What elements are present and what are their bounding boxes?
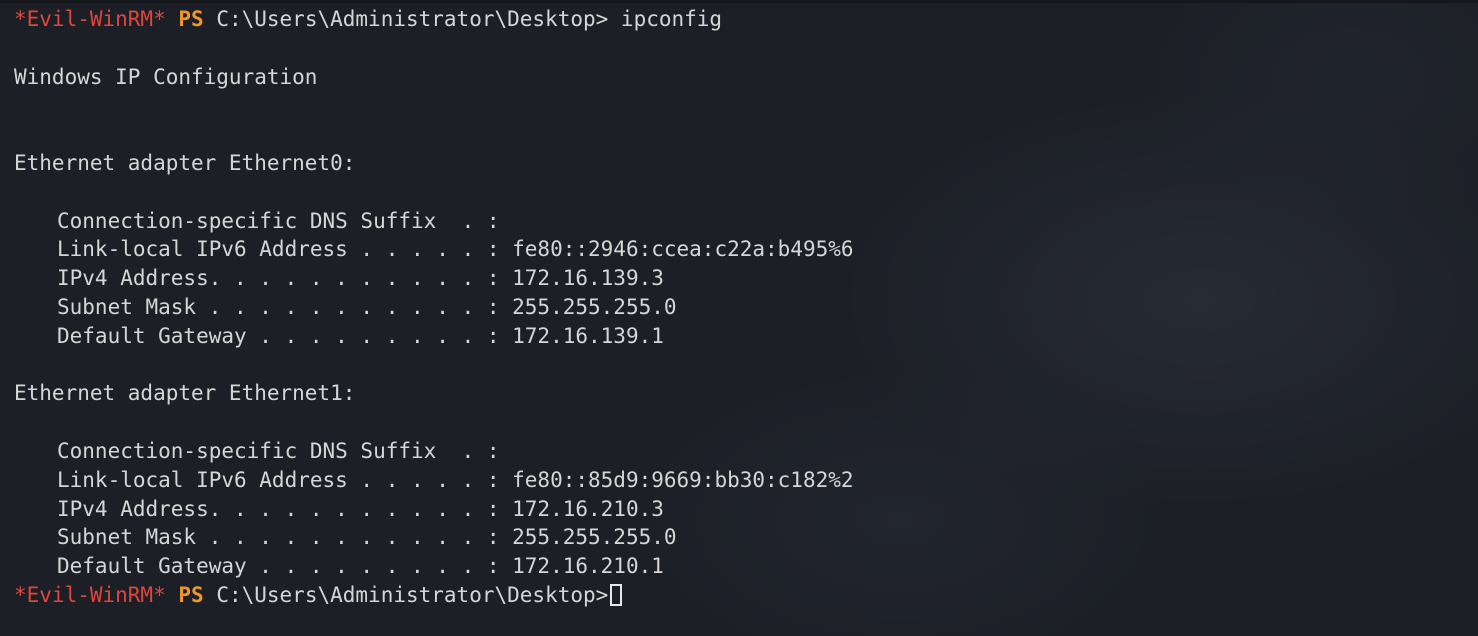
adapter-title: Ethernet adapter Ethernet1:	[14, 381, 356, 406]
ps-label: PS	[178, 7, 204, 31]
adapter-info-line: IPv4 Address. . . . . . . . . . . : 172.…	[57, 496, 664, 521]
ps-label: PS	[178, 582, 204, 607]
shell-tag: *Evil-WinRM*	[14, 582, 166, 607]
terminal-output[interactable]: *Evil-WinRM* PS C:\Users\Administrator\D…	[14, 5, 1464, 631]
adapter-info-line: Subnet Mask . . . . . . . . . . . : 255.…	[57, 525, 677, 550]
terminal-top-edge	[0, 0, 1478, 3]
adapter-info-line: Default Gateway . . . . . . . . . : 172.…	[57, 323, 664, 348]
prompt-path: C:\Users\Administrator\Desktop>	[216, 582, 609, 607]
adapter-info-line: Link-local IPv6 Address . . . . . : fe80…	[57, 237, 854, 262]
cursor-block[interactable]	[610, 583, 623, 606]
adapter-title: Ethernet adapter Ethernet0:	[14, 150, 356, 175]
prompt-line-2[interactable]: *Evil-WinRM* PS C:\Users\Administrator\D…	[14, 581, 1464, 610]
adapter-info-line: Link-local IPv6 Address . . . . . : fe80…	[57, 467, 854, 492]
prompt-path: C:\Users\Administrator\Desktop>	[216, 7, 609, 31]
adapter-info-line: Connection-specific DNS Suffix . :	[57, 438, 500, 463]
shell-tag: *Evil-WinRM*	[14, 7, 166, 31]
adapter-info-line: Connection-specific DNS Suffix . :	[57, 208, 500, 233]
adapter-info-line: Subnet Mask . . . . . . . . . . . : 255.…	[57, 294, 677, 319]
command-text: ipconfig	[620, 7, 723, 31]
adapter-info-line: Default Gateway . . . . . . . . . : 172.…	[57, 554, 664, 579]
prompt-line-1: *Evil-WinRM* PS C:\Users\Administrator\D…	[14, 5, 1464, 34]
ipconfig-header: Windows IP Configuration	[14, 64, 318, 89]
adapter-info-line: IPv4 Address. . . . . . . . . . . : 172.…	[57, 266, 664, 291]
